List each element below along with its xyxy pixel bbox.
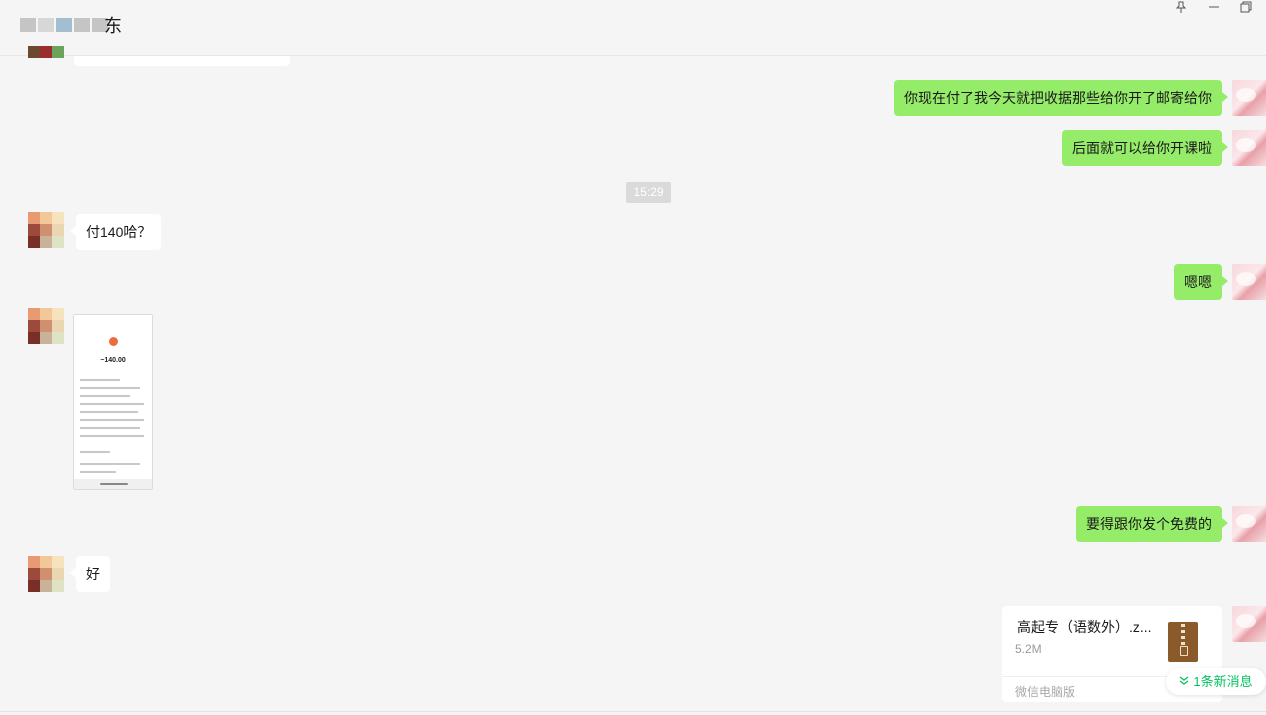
chevron-down-icon [1179,668,1189,695]
message-bubble[interactable]: 嗯嗯 [1174,264,1228,300]
text-line [80,395,130,397]
avatar[interactable] [1232,264,1266,300]
message-bubble[interactable]: 后面就可以给你开课啦 [1062,130,1228,166]
merchant-logo-icon [109,337,118,346]
new-messages-label: 1条新消息 [1193,674,1253,689]
zip-file-icon [1168,622,1198,662]
avatar[interactable] [1232,606,1266,642]
image-message[interactable]: −140.00 [73,314,153,490]
avatar[interactable] [1232,80,1266,116]
avatar[interactable] [1232,130,1266,166]
minimize-icon[interactable] [1199,0,1229,14]
file-source: 微信电脑版 [1015,685,1076,699]
avatar[interactable] [28,212,64,248]
text-line [80,379,120,381]
avatar[interactable] [1232,506,1266,542]
message-bubble[interactable]: 付140哈？ [69,214,162,250]
payment-amount: −140.00 [100,357,126,364]
text-line [80,435,144,437]
input-divider [0,711,1266,715]
message-bubble[interactable]: 好 [70,556,110,592]
avatar[interactable] [28,556,64,592]
text-line [80,411,138,413]
message-bubble[interactable]: 你现在付了我今天就把收据那些给你开了邮寄给你 [894,80,1228,116]
restore-icon[interactable] [1231,0,1261,14]
text-line [80,387,140,389]
file-size: 5.2M [1015,642,1042,656]
chat-header: 东 [0,0,1266,56]
text-line [80,427,140,429]
message-bubble[interactable]: 要得跟你发个免费的 [1076,506,1228,542]
chat-area: 你现在付了我今天就把收据那些给你开了邮寄给你 后面就可以给你开课啦 15:29 … [0,56,1266,712]
text-line [80,419,144,421]
timestamp: 15:29 [626,182,671,203]
pin-icon[interactable] [1166,0,1196,14]
text-line [80,403,144,405]
chat-title: 东 [104,16,122,36]
avatar[interactable] [28,308,64,344]
new-messages-button[interactable]: 1条新消息 [1166,668,1266,695]
text-line [80,451,110,453]
file-name: 高起专（语数外）.z... [1017,619,1152,635]
home-indicator [74,479,152,489]
contact-name-blurred [20,14,116,36]
text-line [80,463,140,465]
text-line [80,471,116,473]
